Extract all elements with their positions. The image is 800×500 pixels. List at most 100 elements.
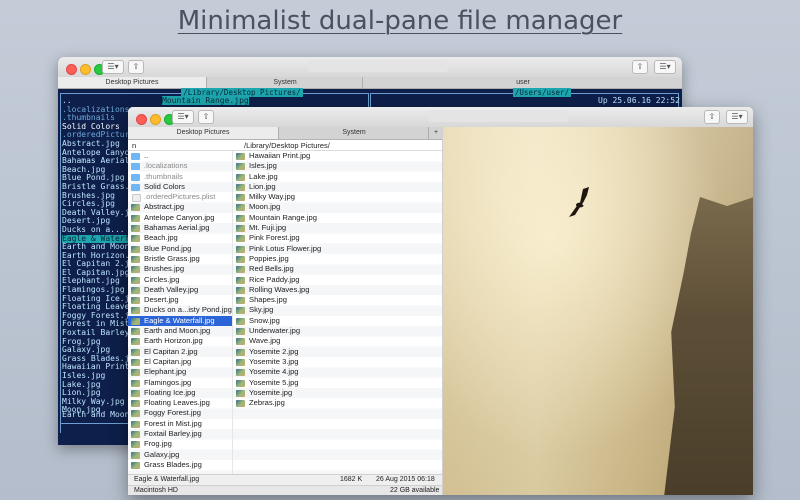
folder-icon [131, 153, 140, 160]
file-row[interactable]: Hawaiian Print.jpg [233, 151, 442, 161]
file-row[interactable]: Beach.jpg [128, 233, 232, 243]
front-search-field[interactable] [428, 110, 568, 122]
file-row[interactable]: Wave.jpg [233, 336, 442, 346]
file-row[interactable]: Red Bells.jpg [233, 264, 442, 274]
file-row[interactable]: .thumbnails [128, 172, 232, 182]
file-row[interactable]: .orderedPictures.plist [128, 192, 232, 203]
file-row[interactable]: Grass Blades.jpg [128, 460, 232, 470]
add-tab-button[interactable]: + [428, 127, 443, 139]
back-share-right-button[interactable]: ⇧ [632, 60, 648, 74]
file-row[interactable]: Poppies.jpg [233, 254, 442, 264]
share-icon: ⇧ [636, 62, 644, 71]
left-pane-frame-left [60, 93, 61, 433]
image-file-icon [236, 255, 245, 263]
front-view-menu-button[interactable]: ☰▾ [172, 110, 194, 124]
back-tab-system[interactable]: System [206, 77, 363, 88]
file-row[interactable]: Foggy Forest.jpg [128, 408, 232, 418]
file-row[interactable]: Yosemite 4.jpg [233, 367, 442, 377]
file-row[interactable]: Yosemite 5.jpg [233, 378, 442, 388]
minimize-window-button[interactable] [150, 114, 161, 125]
image-file-icon [236, 286, 245, 294]
file-row[interactable]: Floating Ice.jpg [128, 388, 232, 398]
file-row[interactable]: El Capitan 2.jpg [128, 347, 232, 357]
name-column-header[interactable]: n [132, 141, 136, 150]
close-window-button[interactable] [66, 64, 77, 75]
file-row[interactable]: Brushes.jpg [128, 264, 232, 274]
file-row[interactable]: Rolling Waves.jpg [233, 285, 442, 295]
file-row[interactable]: Antelope Canyon.jpg [128, 213, 232, 223]
file-row[interactable]: Solid Colors [128, 182, 232, 192]
file-row[interactable]: Ducks on a...isty Pond.jpg [128, 305, 232, 315]
file-row[interactable]: Yosemite.jpg [233, 388, 442, 398]
file-row[interactable]: Desert.jpg [128, 295, 232, 305]
file-row[interactable]: Moon.jpg [233, 202, 442, 212]
file-row[interactable]: Death Valley.jpg [128, 285, 232, 295]
file-row[interactable]: Blue Pond.jpg [128, 244, 232, 254]
image-file-icon [131, 266, 140, 274]
file-name: Solid Colors [144, 181, 185, 191]
file-row[interactable]: .localizations [128, 161, 232, 171]
image-file-icon [131, 276, 140, 284]
file-row[interactable]: Lion.jpg [233, 182, 442, 192]
image-file-icon [236, 348, 245, 356]
file-name: Elephant.jpg [144, 367, 187, 377]
file-name: Zebras.jpg [249, 398, 285, 408]
file-row[interactable]: El Capitan.jpg [128, 357, 232, 367]
file-row[interactable]: Earth and Moon.jpg [128, 326, 232, 336]
file-name: Yosemite 2.jpg [249, 346, 299, 356]
image-file-icon [131, 379, 140, 387]
file-row[interactable]: Pink Forest.jpg [233, 233, 442, 243]
back-action-menu-button[interactable]: ☰▾ [654, 60, 676, 74]
file-row[interactable]: Bristle Grass.jpg [128, 254, 232, 264]
file-row[interactable]: Snow.jpg [233, 316, 442, 326]
file-row[interactable]: Earth Horizon.jpg [128, 336, 232, 346]
front-share-right-button[interactable]: ⇧ [704, 110, 720, 124]
file-row[interactable]: Elephant.jpg [128, 367, 232, 377]
file-row[interactable]: Mountain Range.jpg [233, 213, 442, 223]
image-file-icon [236, 235, 245, 243]
close-window-button[interactable] [136, 114, 147, 125]
image-file-icon [236, 317, 245, 325]
file-name: Lion.jpg [249, 181, 276, 191]
file-row[interactable]: Foxtail Barley.jpg [128, 429, 232, 439]
file-row[interactable]: Shapes.jpg [233, 295, 442, 305]
file-row[interactable]: Underwater.jpg [233, 326, 442, 336]
file-row[interactable]: Zebras.jpg [233, 398, 442, 408]
file-row[interactable]: .. [128, 151, 232, 161]
back-search-field[interactable] [308, 60, 448, 72]
file-row[interactable]: Eagle & Waterfall.jpg [128, 315, 232, 327]
file-row[interactable]: Sky.jpg [233, 305, 442, 315]
file-row[interactable]: Milky Way.jpg [233, 192, 442, 202]
front-share-button[interactable]: ⇧ [198, 110, 214, 124]
file-row[interactable]: Lake.jpg [233, 172, 442, 182]
front-action-menu-button[interactable]: ☰▾ [726, 110, 748, 124]
back-tab-user[interactable]: user [362, 77, 682, 88]
view-menu-button[interactable]: ☰▾ [102, 60, 124, 74]
file-row[interactable]: Pink Lotus Flower.jpg [233, 244, 442, 254]
file-row[interactable]: Frog.jpg [128, 439, 232, 449]
file-row[interactable]: Abstract.jpg [128, 202, 232, 212]
file-name: Abstract.jpg [144, 202, 185, 212]
file-row[interactable]: Yosemite 2.jpg [233, 347, 442, 357]
document-icon [132, 194, 141, 203]
file-row[interactable]: Rice Paddy.jpg [233, 275, 442, 285]
file-row[interactable]: Mt. Fuji.jpg [233, 223, 442, 233]
file-row[interactable]: Galaxy.jpg [128, 450, 232, 460]
share-button[interactable]: ⇧ [128, 60, 144, 74]
file-row[interactable]: Circles.jpg [128, 275, 232, 285]
minimize-window-button[interactable] [80, 64, 91, 75]
file-name: Circles.jpg [144, 274, 180, 284]
file-row[interactable]: Flamingos.jpg [128, 378, 232, 388]
file-row[interactable]: Bahamas Aerial.jpg [128, 223, 232, 233]
back-right-date: Up 25.06.16 22:52 [598, 96, 680, 105]
front-tab-desktop-pictures[interactable]: Desktop Pictures [128, 127, 278, 139]
image-file-icon [131, 307, 140, 315]
file-row[interactable]: Floating Leaves.jpg [128, 398, 232, 408]
file-row[interactable]: Yosemite 3.jpg [233, 357, 442, 367]
file-row[interactable]: Isles.jpg [233, 161, 442, 171]
image-file-icon [131, 400, 140, 408]
front-tab-system[interactable]: System [278, 127, 429, 139]
back-tab-desktop-pictures[interactable]: Desktop Pictures [58, 77, 206, 88]
file-row[interactable]: Forest in Mist.jpg [128, 419, 232, 429]
file-name: Beach.jpg [144, 233, 178, 243]
